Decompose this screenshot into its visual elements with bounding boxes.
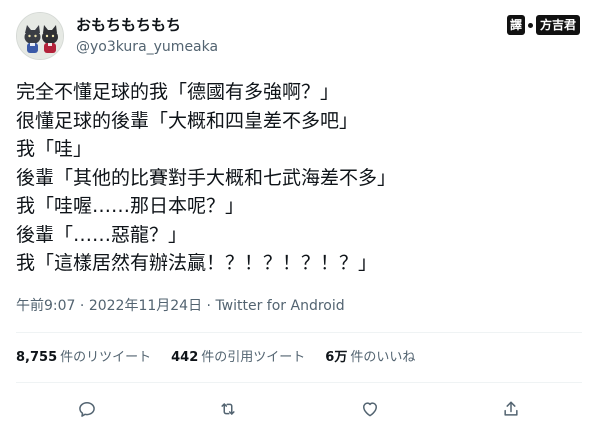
meta-separator: · <box>79 298 85 314</box>
like-stat[interactable]: 6万 件のいいね <box>325 348 415 368</box>
quote-stat[interactable]: 442 件の引用ツイート <box>171 348 305 368</box>
retweet-stat[interactable]: 8,755 件のリツイート <box>16 348 151 368</box>
retweet-button[interactable] <box>211 392 245 426</box>
meta-separator: · <box>206 298 211 314</box>
divider <box>16 382 582 383</box>
user-names: おもちもちもち @yo3kura_yumeaka <box>76 15 218 57</box>
retweet-label: 件のリツイート <box>60 350 152 365</box>
quote-count: 442 <box>171 350 199 365</box>
retweet-count: 8,755 <box>16 350 58 365</box>
tweet-text: 完全不懂足球的我「德國有多強啊？」 很懂足球的後輩「大概和四皇差不多吧」 我「哇… <box>16 78 582 278</box>
translator-name: 方吉君 <box>535 15 580 35</box>
like-button[interactable] <box>353 392 387 426</box>
share-button[interactable] <box>494 392 528 426</box>
tweet-line: 我「哇」 <box>16 138 93 160</box>
translator-credit: 譯 方吉君 <box>506 14 580 36</box>
tweet-header: おもちもちもち @yo3kura_yumeaka 譯 方吉君 <box>16 12 582 64</box>
tweet-line: 後輩「……惡龍？」 <box>16 223 188 246</box>
tweet-source: Twitter for Android <box>215 298 345 314</box>
share-icon <box>504 401 518 416</box>
quote-label: 件の引用ツイート <box>201 350 306 365</box>
tweet-stats: 8,755 件のリツイート 442 件の引用ツイート 6万 件のいいね <box>16 348 415 368</box>
like-label: 件のいいね <box>350 350 416 365</box>
tweet-line: 我「哇喔……那日本呢？」 <box>16 195 245 217</box>
tweet-line: 後輩「其他的比賽對手大概和七武海差不多」 <box>16 166 397 189</box>
like-count: 6万 <box>325 350 348 365</box>
avatar[interactable] <box>16 12 64 60</box>
tweet-line: 完全不懂足球的我「德國有多強啊？」 <box>16 81 340 103</box>
cat-avatar-icon <box>17 13 63 59</box>
divider <box>16 332 582 333</box>
tweet-date[interactable]: 2022年11月24日 <box>89 298 202 314</box>
user-handle[interactable]: @yo3kura_yumeaka <box>76 37 218 57</box>
tweet-line: 我「這樣居然有辦法贏！？！？！？！？」 <box>16 252 378 274</box>
display-name[interactable]: おもちもちもち <box>76 15 218 35</box>
translator-separator <box>527 22 533 28</box>
reply-icon <box>78 402 95 417</box>
tweet-time[interactable]: 午前9:07 <box>16 298 75 314</box>
tweet-meta: 午前9:07 · 2022年11月24日 · Twitter for Andro… <box>16 296 345 316</box>
translator-label: 譯 <box>506 15 525 35</box>
tweet-actions <box>16 392 582 426</box>
tweet-line: 很懂足球的後輩「大概和四皇差不多吧」 <box>16 109 359 132</box>
reply-button[interactable] <box>70 392 104 426</box>
like-icon <box>362 402 377 417</box>
retweet-icon <box>221 403 235 415</box>
